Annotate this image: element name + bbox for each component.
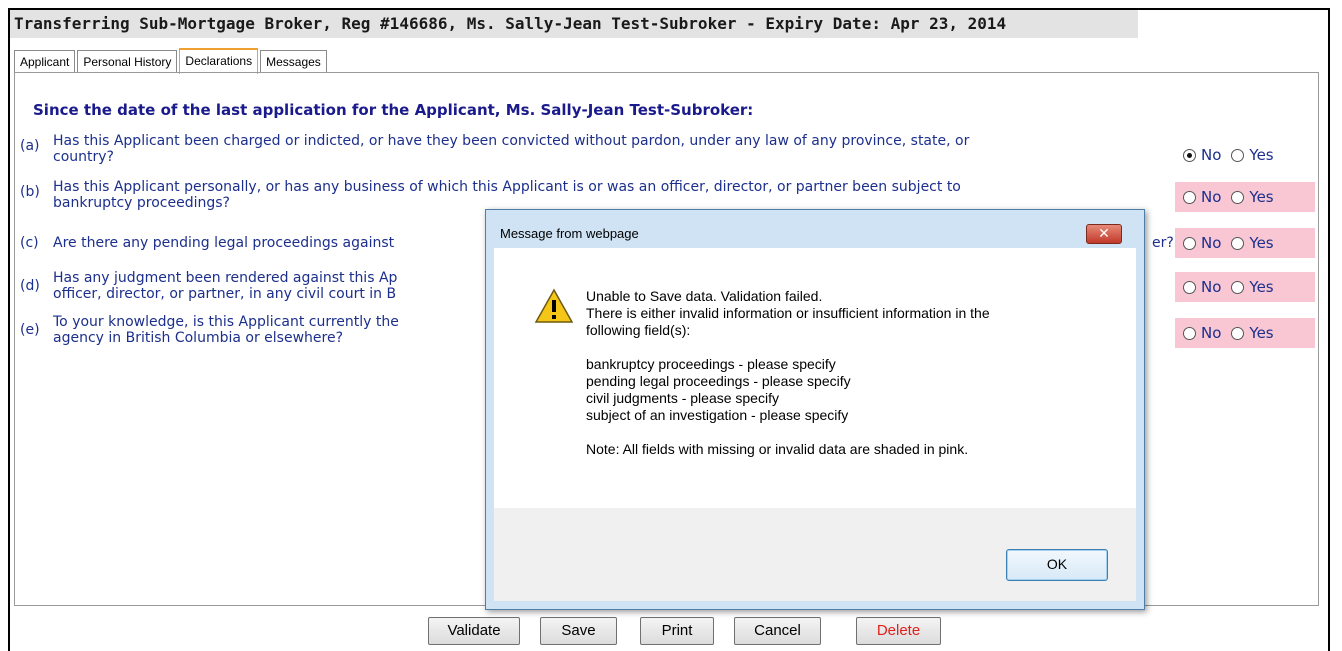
close-icon[interactable]: ✕: [1086, 224, 1122, 244]
validate-button[interactable]: Validate: [428, 617, 520, 645]
tab-bar: Applicant Personal History Declarations …: [14, 48, 327, 74]
radio-e-yes[interactable]: [1231, 326, 1245, 340]
warning-icon: [534, 288, 574, 323]
dialog-message-line: pending legal proceedings - please speci…: [586, 373, 851, 389]
print-button[interactable]: Print: [640, 617, 714, 645]
answer-c: No Yes: [1175, 228, 1315, 258]
question-text: Has this Applicant been charged or indic…: [53, 133, 970, 165]
cancel-button[interactable]: Cancel: [734, 617, 821, 645]
radio-label-yes: Yes: [1249, 234, 1274, 252]
tab-declarations[interactable]: Declarations: [179, 48, 259, 74]
radio-d-no[interactable]: [1183, 280, 1196, 294]
message-dialog: Message from webpage ✕ Unable to Save da…: [485, 209, 1145, 610]
dialog-body: Unable to Save data. Validation failed. …: [494, 248, 1136, 508]
dialog-message-line: bankruptcy proceedings - please specify: [586, 356, 836, 372]
radio-label-no: No: [1201, 278, 1222, 296]
radio-a-no[interactable]: [1183, 148, 1196, 162]
answer-a: No Yes: [1175, 140, 1315, 170]
question-letter: (b): [20, 184, 40, 200]
radio-label-no: No: [1201, 234, 1222, 252]
radio-label-yes: Yes: [1249, 188, 1274, 206]
answer-b: No Yes: [1175, 182, 1315, 212]
page-title: Transferring Sub-Mortgage Broker, Reg #1…: [10, 10, 1138, 38]
question-letter: (d): [20, 278, 40, 294]
radio-c-no[interactable]: [1183, 236, 1196, 250]
tab-messages[interactable]: Messages: [260, 50, 327, 73]
tab-personal-history[interactable]: Personal History: [77, 50, 178, 73]
radio-label-no: No: [1201, 146, 1222, 164]
dialog-message-line: following field(s):: [586, 322, 691, 338]
dialog-message-line: subject of an investigation - please spe…: [586, 407, 849, 423]
answer-e: No Yes: [1175, 318, 1315, 348]
dialog-title: Message from webpage: [500, 226, 639, 241]
dialog-message-spacer: [586, 424, 990, 441]
delete-button[interactable]: Delete: [856, 617, 941, 645]
question-letter: (e): [20, 322, 40, 338]
dialog-message-line: Note: All fields with missing or invalid…: [586, 441, 969, 457]
dialog-message: Unable to Save data. Validation failed. …: [586, 288, 990, 458]
dialog-message-line: Unable to Save data. Validation failed.: [586, 288, 823, 304]
question-letter: (a): [20, 138, 40, 154]
radio-label-no: No: [1201, 188, 1222, 206]
tab-applicant[interactable]: Applicant: [14, 50, 76, 73]
save-button[interactable]: Save: [540, 617, 617, 645]
radio-label-yes: Yes: [1249, 146, 1274, 164]
answer-d: No Yes: [1175, 272, 1315, 302]
radio-d-yes[interactable]: [1231, 280, 1245, 294]
question-c-trailing-text: er?: [1152, 235, 1174, 251]
ok-button[interactable]: OK: [1006, 549, 1108, 581]
radio-label-yes: Yes: [1249, 278, 1274, 296]
dialog-message-line: There is either invalid information or i…: [586, 305, 990, 321]
question-text: Has this Applicant personally, or has an…: [53, 179, 961, 211]
radio-a-yes[interactable]: [1231, 148, 1245, 162]
radio-b-yes[interactable]: [1231, 190, 1245, 204]
dialog-message-line: civil judgments - please specify: [586, 390, 779, 406]
dialog-footer: OK: [494, 508, 1136, 601]
radio-e-no[interactable]: [1183, 326, 1196, 340]
radio-b-no[interactable]: [1183, 190, 1196, 204]
radio-label-yes: Yes: [1249, 324, 1274, 342]
radio-label-no: No: [1201, 324, 1222, 342]
question-letter: (c): [20, 235, 39, 251]
declarations-intro: Since the date of the last application f…: [33, 101, 754, 119]
dialog-message-spacer: [586, 339, 990, 356]
action-button-row: Validate Save Print Cancel Delete: [0, 617, 1342, 647]
radio-c-yes[interactable]: [1231, 236, 1245, 250]
